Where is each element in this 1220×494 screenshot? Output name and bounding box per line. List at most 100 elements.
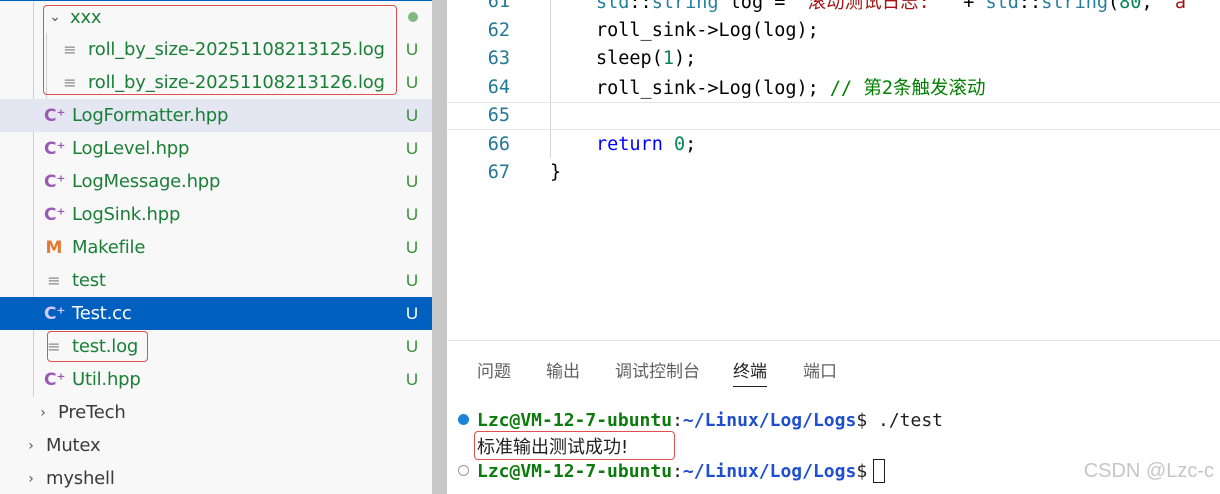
cpp-icon: C⁺ [44,171,66,192]
file-logformatter[interactable]: C⁺ LogFormatter.hpp U [0,99,432,132]
code-line: 62 roll_sink->Log(log); [447,16,1220,45]
untracked-badge: U [405,171,419,191]
folder-xxx[interactable]: ⌄ xxx [0,0,432,33]
code-text: std::string log = "滚动测试日志: " + std::stri… [596,0,1186,14]
line-number: 66 [487,133,510,155]
file-roll-log-1[interactable]: ≡ roll_by_size-20251108213125.log U [0,33,432,66]
prompt-user: Lzc@VM-12-7-ubuntu [477,409,673,431]
prompt-sep: : [672,409,683,431]
folder-pretech[interactable]: › PreTech [0,396,432,429]
prompt-symbol: $ [856,460,868,482]
code-line: 61 std::string log = "滚动测试日志: " + std::s… [447,0,1220,16]
tab-terminal[interactable]: 终端 [733,359,767,387]
terminal-line-command: Lzc@VM-12-7-ubuntu: ~/Linux/Log/Logs $ ./t… [477,407,943,433]
file-label: Test.cc [72,303,132,324]
chevron-right-icon: › [28,437,34,454]
tab-output[interactable]: 输出 [546,359,580,387]
untracked-badge: U [405,303,419,323]
file-test-cc[interactable]: C⁺ Test.cc U [0,297,432,330]
prompt-user: Lzc@VM-12-7-ubuntu [477,460,673,482]
tab-problems[interactable]: 问题 [477,359,511,387]
file-makefile[interactable]: M Makefile U [0,231,432,264]
file-label: LogLevel.hpp [72,138,190,159]
file-test[interactable]: ≡ test U [0,264,432,297]
command-success-dot-icon [458,414,469,425]
explorer-sidebar: ⌄ xxx ≡ roll_by_size-20251108213125.log … [0,0,447,494]
bottom-panel: 问题 输出 调试控制台 终端 端口 Lzc@VM-12-7-ubuntu: ~/L… [447,340,1220,494]
code-line: 67 } [447,159,1220,188]
cpp-icon: C⁺ [44,303,66,324]
line-number: 63 [487,48,510,70]
untracked-badge: U [405,204,419,224]
line-number: 61 [487,0,510,12]
folder-mutex[interactable]: › Mutex [0,429,432,462]
untracked-badge: U [405,369,419,389]
file-label: Util.hpp [72,369,141,390]
tab-debug-console[interactable]: 调试控制台 [615,359,700,387]
untracked-badge: U [405,237,419,257]
cpp-icon: C⁺ [44,138,66,159]
file-loglevel[interactable]: C⁺ LogLevel.hpp U [0,132,432,165]
cpp-icon: C⁺ [44,105,66,126]
untracked-badge: U [405,270,419,290]
command-pending-dot-icon [458,465,469,476]
untracked-badge: U [405,72,419,92]
code-editor[interactable]: 61 std::string log = "滚动测试日志: " + std::s… [447,0,1220,340]
file-test-log[interactable]: ≡ test.log U [0,330,432,363]
chevron-right-icon: › [28,470,34,487]
untracked-badge: U [405,336,419,356]
code-line: 63 sleep(1); [447,45,1220,74]
prompt-path: ~/Linux/Log/Logs [682,460,857,482]
code-text: roll_sink->Log(log); // 第2条触发滚动 [596,78,986,100]
modified-dot-icon [408,12,418,22]
folder-label: Mutex [46,435,101,456]
terminal-output: 标准输出测试成功! [477,437,629,458]
cpp-icon: C⁺ [44,369,66,390]
explorer-scrollbar[interactable] [432,0,447,494]
code-line: 64 roll_sink->Log(log); // 第2条触发滚动 [447,73,1220,102]
terminal-command: ./test [867,409,944,431]
makefile-icon: M [45,237,63,258]
prompt-sep: : [672,460,683,482]
untracked-badge: U [405,138,419,158]
file-label: roll_by_size-20251108213126.log [88,72,385,93]
file-roll-log-2[interactable]: ≡ roll_by_size-20251108213126.log U [0,66,432,99]
chevron-down-icon: ⌄ [49,9,61,25]
folder-label: xxx [70,6,102,28]
text-file-icon: ≡ [47,337,61,356]
tab-ports[interactable]: 端口 [803,359,837,387]
folder-label: PreTech [58,402,126,423]
cpp-icon: C⁺ [44,204,66,225]
code-line-current: 65 [447,101,1220,130]
file-logmessage[interactable]: C⁺ LogMessage.hpp U [0,165,432,198]
file-label: test.log [72,336,139,357]
file-logsink[interactable]: C⁺ LogSink.hpp U [0,198,432,231]
line-number: 64 [487,76,510,98]
untracked-badge: U [405,105,419,125]
code-line: 66 return 0; [447,130,1220,159]
code-text: return 0; [596,133,697,155]
line-number: 67 [487,162,510,184]
line-number: 62 [487,19,510,41]
watermark: CSDN @Lzc-c [1083,460,1214,482]
terminal-cursor [873,459,886,483]
file-label: LogFormatter.hpp [72,105,229,126]
line-number: 65 [487,105,510,127]
text-file-icon: ≡ [63,40,77,59]
prompt-path: ~/Linux/Log/Logs [682,409,857,431]
chevron-right-icon: › [40,404,46,421]
panel-tabs: 问题 输出 调试控制台 终端 端口 [447,359,1220,387]
file-label: LogSink.hpp [72,204,181,225]
code-text: roll_sink->Log(log); [596,19,819,41]
text-file-icon: ≡ [63,73,77,92]
file-label: LogMessage.hpp [72,171,221,192]
prompt-symbol: $ [856,409,868,431]
folder-myshell[interactable]: › myshell [0,462,432,494]
file-label: Makefile [72,237,146,258]
file-label: test [72,270,106,291]
terminal-line-prompt: Lzc@VM-12-7-ubuntu: ~/Linux/Log/Logs $ [477,458,886,484]
text-file-icon: ≡ [47,271,61,290]
file-util[interactable]: C⁺ Util.hpp U [0,363,432,396]
code-text: } [550,162,562,184]
folder-label: myshell [46,468,115,489]
